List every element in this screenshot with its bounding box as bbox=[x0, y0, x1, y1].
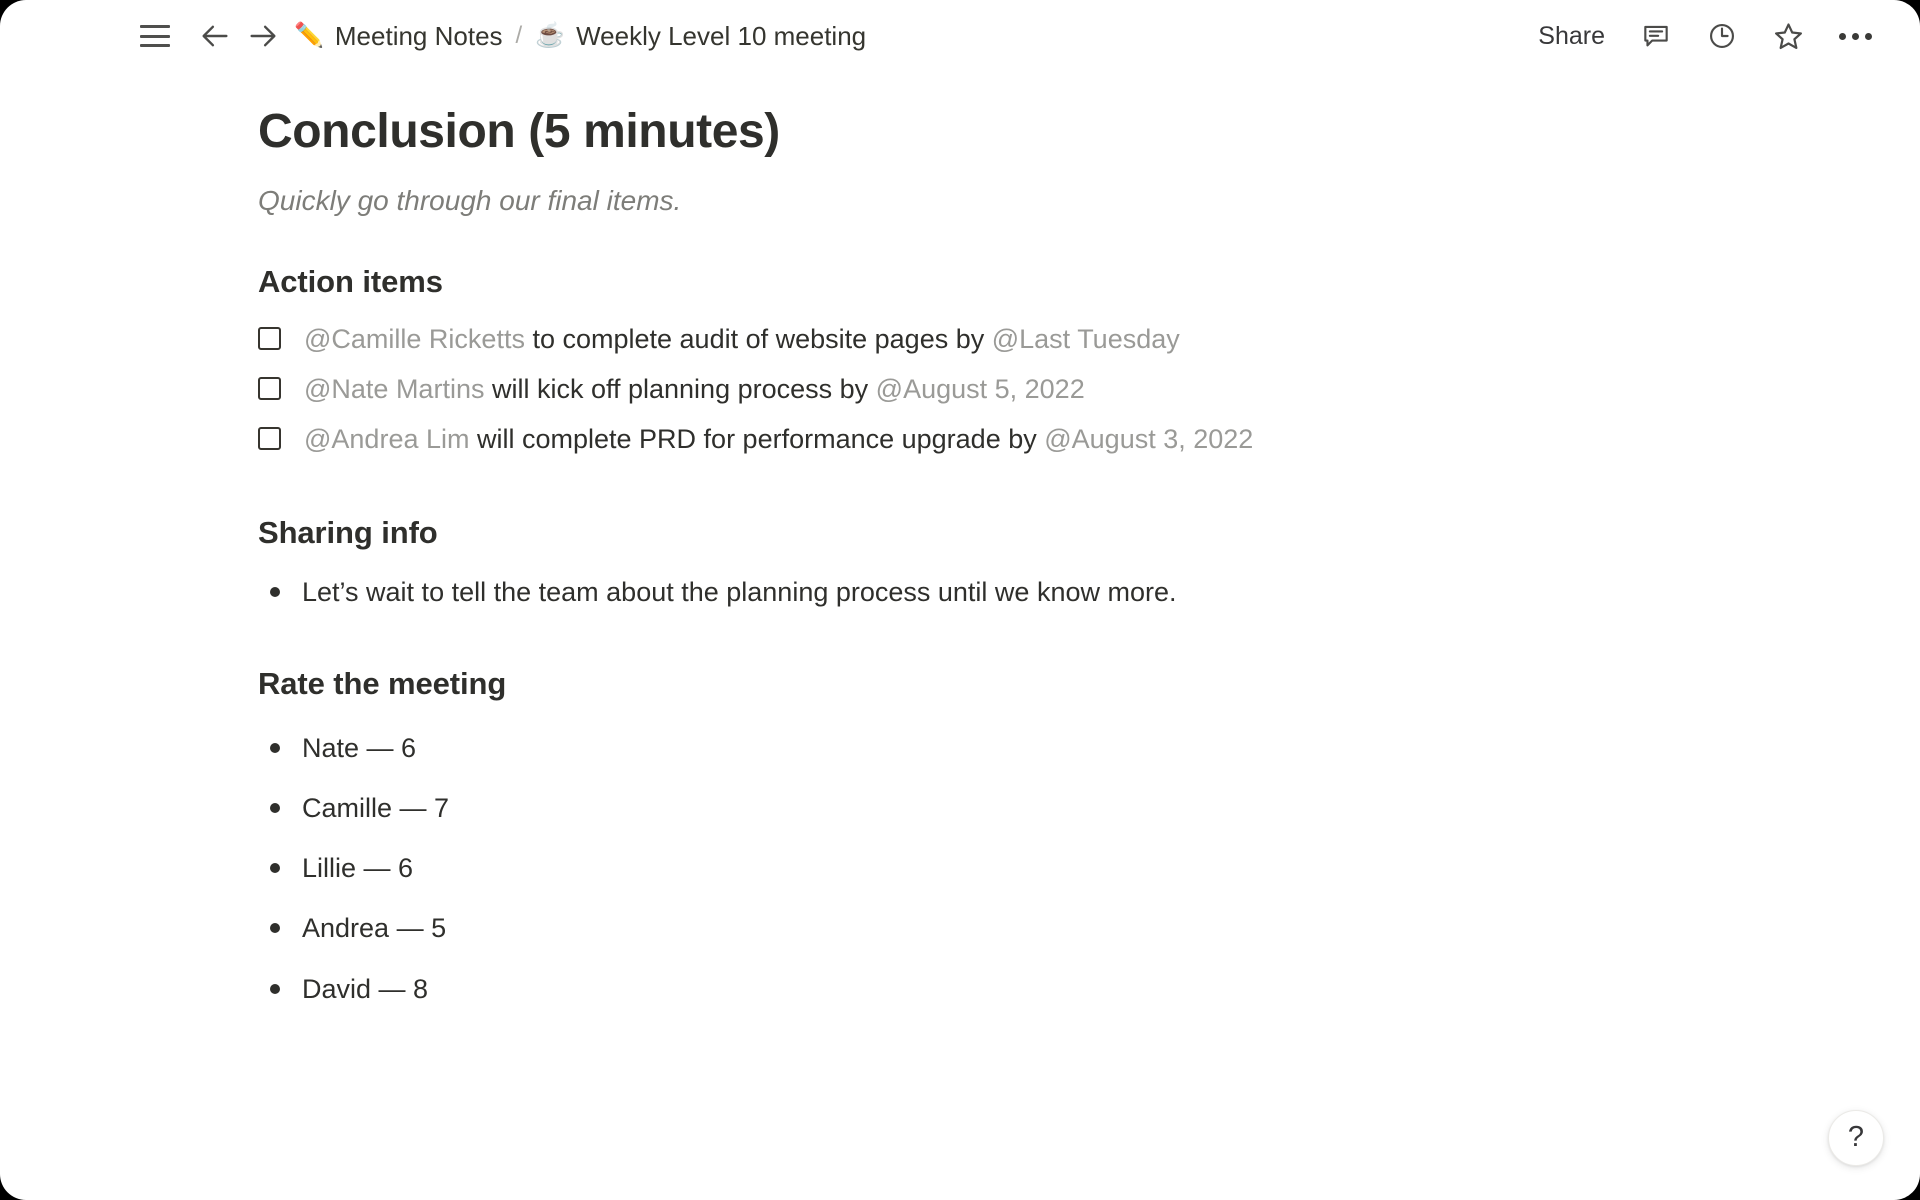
todo-text-middle: to complete audit of website pages by bbox=[524, 323, 992, 354]
bullet-dot-icon bbox=[270, 587, 280, 598]
hamburger-line bbox=[140, 25, 170, 28]
person-mention[interactable]: @Camille Ricketts bbox=[304, 324, 525, 354]
list-item-text[interactable]: Lillie — 6 bbox=[302, 850, 413, 886]
todo-text-middle: will complete PRD for performance upgrad… bbox=[469, 424, 1045, 455]
comment-bubble-icon[interactable] bbox=[1639, 19, 1673, 53]
page-subtitle: Quickly go through our final items. bbox=[258, 184, 682, 216]
coffee-emoji: ☕ bbox=[535, 22, 566, 49]
todo-item: @Nate Martins will kick off planning pro… bbox=[258, 364, 1800, 414]
todo-checkbox[interactable] bbox=[258, 326, 281, 350]
question-mark-icon: ? bbox=[1847, 1120, 1865, 1153]
bullet-dot-icon bbox=[270, 742, 280, 753]
arrow-left-icon[interactable] bbox=[198, 19, 232, 53]
todo-checkbox[interactable] bbox=[258, 376, 281, 400]
breadcrumb-label: Meeting Notes bbox=[334, 20, 503, 51]
help-button[interactable]: ? bbox=[1828, 1110, 1884, 1166]
share-button[interactable]: Share bbox=[1536, 18, 1607, 55]
person-mention[interactable]: @Nate Martins bbox=[304, 374, 484, 404]
list-item: Let’s wait to tell the team about the pl… bbox=[258, 567, 1800, 617]
document-body: Conclusion (5 minutes) Quickly go throug… bbox=[0, 72, 1920, 1019]
breadcrumb-separator: / bbox=[515, 22, 523, 49]
clock-icon[interactable] bbox=[1705, 19, 1739, 53]
todo-text[interactable]: @Camille Ricketts to complete audit of w… bbox=[304, 321, 1180, 357]
person-mention[interactable]: @Andrea Lim bbox=[304, 424, 469, 454]
date-mention[interactable]: @Last Tuesday bbox=[992, 324, 1180, 354]
hamburger-line bbox=[140, 34, 170, 38]
list-item: Camille — 7 bbox=[258, 778, 1800, 838]
top-bar: ✏️ Meeting Notes / ☕ Weekly Level 10 mee… bbox=[0, 0, 1920, 72]
date-mention[interactable]: @August 5, 2022 bbox=[876, 374, 1085, 404]
list-item: Andrea — 5 bbox=[258, 898, 1800, 958]
section-heading-sharing-info: Sharing info bbox=[258, 515, 438, 551]
top-bar-left-group: ✏️ Meeting Notes / ☕ Weekly Level 10 mee… bbox=[140, 19, 1536, 53]
list-item-text[interactable]: Andrea — 5 bbox=[302, 910, 446, 946]
todo-item: @Camille Ricketts to complete audit of w… bbox=[258, 314, 1800, 364]
todo-text[interactable]: @Nate Martins will kick off planning pro… bbox=[304, 371, 1085, 407]
page-title: Conclusion (5 minutes) bbox=[258, 105, 780, 158]
arrow-right-icon[interactable] bbox=[246, 19, 280, 53]
more-dot bbox=[1852, 32, 1859, 40]
bullet-dot-icon bbox=[270, 923, 280, 934]
todo-item: @Andrea Lim will complete PRD for perfor… bbox=[258, 414, 1800, 464]
app-window: ✏️ Meeting Notes / ☕ Weekly Level 10 mee… bbox=[0, 0, 1920, 1200]
more-dot bbox=[1839, 32, 1846, 40]
action-items-list: @Camille Ricketts to complete audit of w… bbox=[258, 302, 1800, 465]
hamburger-line bbox=[140, 44, 170, 47]
bullet-dot-icon bbox=[270, 803, 280, 814]
bullet-dot-icon bbox=[270, 863, 280, 874]
todo-checkbox[interactable] bbox=[258, 427, 281, 451]
breadcrumb-item-meeting-notes[interactable]: ✏️ Meeting Notes bbox=[294, 21, 503, 52]
list-item: Lillie — 6 bbox=[258, 838, 1800, 898]
list-item-text[interactable]: David — 8 bbox=[302, 971, 428, 1007]
todo-text-middle: will kick off planning process by bbox=[484, 373, 876, 404]
rate-the-meeting-list: Nate — 6 Camille — 7 Lillie — 6 Andrea —… bbox=[258, 704, 1800, 1019]
list-item: Nate — 6 bbox=[258, 718, 1800, 778]
list-item-text[interactable]: Let’s wait to tell the team about the pl… bbox=[302, 574, 1177, 610]
list-item: David — 8 bbox=[258, 959, 1800, 1019]
hamburger-menu-icon[interactable] bbox=[140, 25, 170, 47]
list-item-text[interactable]: Camille — 7 bbox=[302, 790, 449, 826]
star-icon[interactable] bbox=[1771, 19, 1805, 53]
breadcrumb-label: Weekly Level 10 meeting bbox=[576, 20, 867, 51]
sharing-info-list: Let’s wait to tell the team about the pl… bbox=[258, 553, 1800, 617]
bullet-dot-icon bbox=[270, 983, 280, 994]
section-heading-rate-the-meeting: Rate the meeting bbox=[258, 666, 507, 702]
todo-text[interactable]: @Andrea Lim will complete PRD for perfor… bbox=[304, 421, 1253, 457]
more-horizontal-icon[interactable] bbox=[1837, 27, 1874, 46]
pencil-emoji: ✏️ bbox=[294, 22, 324, 49]
section-heading-action-items: Action items bbox=[258, 264, 443, 300]
date-mention[interactable]: @August 3, 2022 bbox=[1044, 424, 1253, 454]
top-bar-right-group: Share bbox=[1536, 18, 1884, 55]
more-dot bbox=[1865, 32, 1872, 40]
list-item-text[interactable]: Nate — 6 bbox=[302, 730, 416, 766]
breadcrumb-item-weekly-level-10-meeting[interactable]: ☕ Weekly Level 10 meeting bbox=[535, 21, 866, 52]
